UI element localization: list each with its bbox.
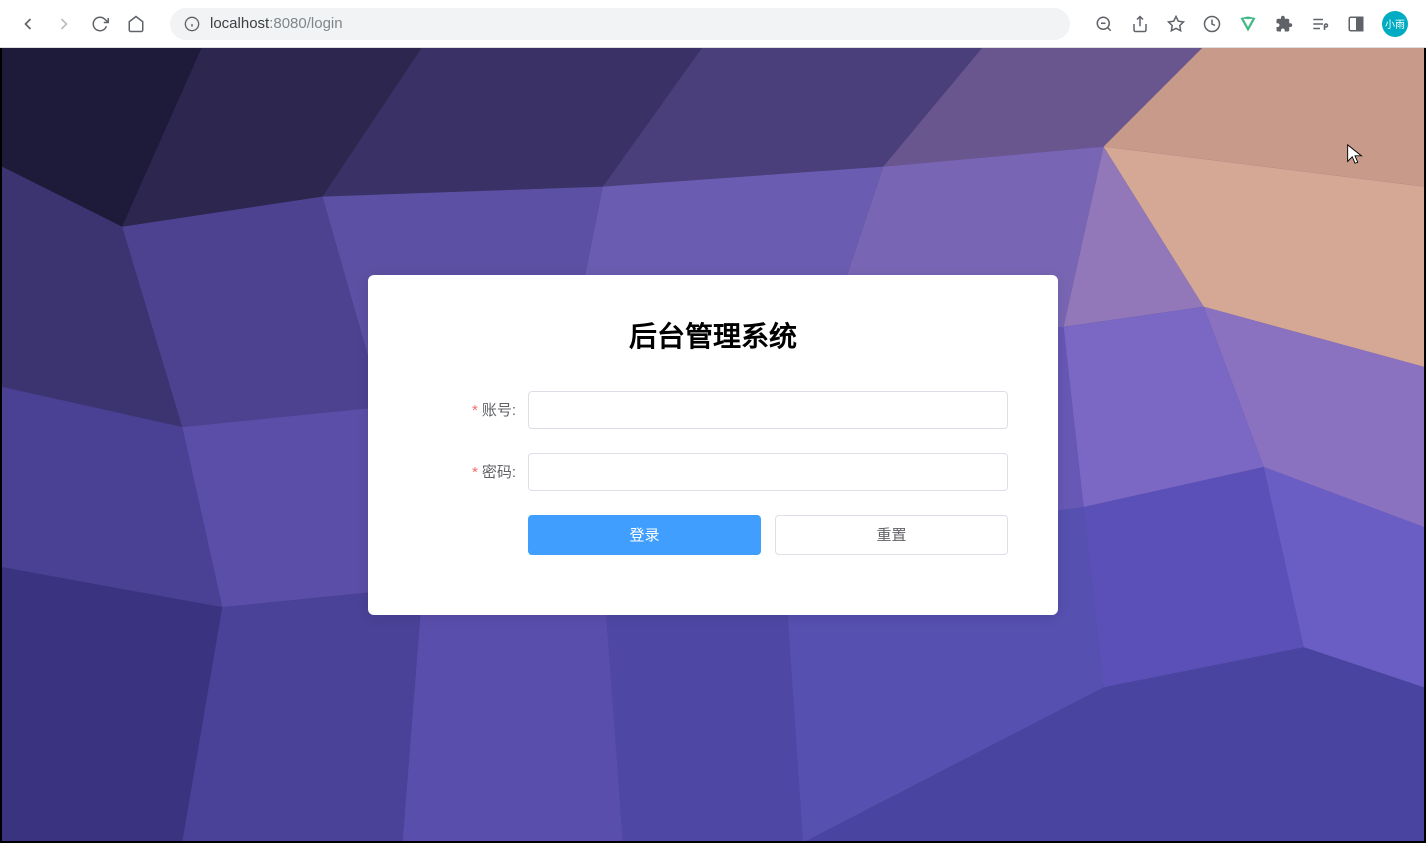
password-label: *密码: [418, 461, 528, 482]
reload-button[interactable] [90, 14, 110, 34]
login-button[interactable]: 登录 [528, 515, 761, 555]
address-bar[interactable]: localhost:8080/login [170, 8, 1070, 40]
playlist-icon[interactable] [1310, 14, 1330, 34]
home-button[interactable] [126, 14, 146, 34]
page-content: 后台管理系统 *账号: *密码: 登录 重置 [0, 48, 1426, 843]
reset-button[interactable]: 重置 [775, 515, 1008, 555]
browser-toolbar: localhost:8080/login 小雨 [0, 0, 1426, 48]
url-path: /login [307, 15, 343, 32]
required-mark: * [472, 402, 478, 419]
back-button[interactable] [18, 14, 38, 34]
login-card: 后台管理系统 *账号: *密码: 登录 重置 [368, 275, 1058, 615]
extensions-icon[interactable] [1274, 14, 1294, 34]
username-input[interactable] [528, 391, 1008, 429]
url-port: :8080 [269, 15, 307, 32]
clock-icon[interactable] [1202, 14, 1222, 34]
password-input[interactable] [528, 453, 1008, 491]
vue-devtools-icon[interactable] [1238, 14, 1258, 34]
panel-icon[interactable] [1346, 14, 1366, 34]
forward-button[interactable] [54, 14, 74, 34]
nav-buttons [10, 14, 154, 34]
username-row: *账号: [418, 391, 1008, 429]
url-text: localhost:8080/login [210, 15, 1056, 32]
toolbar-right: 小雨 [1086, 11, 1416, 37]
avatar-label: 小雨 [1385, 16, 1405, 31]
username-label: *账号: [418, 399, 528, 420]
password-row: *密码: [418, 453, 1008, 491]
site-info-icon[interactable] [184, 16, 200, 32]
share-icon[interactable] [1130, 14, 1150, 34]
zoom-out-icon[interactable] [1094, 14, 1114, 34]
login-title: 后台管理系统 [418, 315, 1008, 355]
required-mark: * [472, 464, 478, 481]
button-row: 登录 重置 [418, 515, 1008, 555]
url-host: localhost [210, 15, 269, 32]
profile-avatar[interactable]: 小雨 [1382, 11, 1408, 37]
bookmark-star-icon[interactable] [1166, 14, 1186, 34]
